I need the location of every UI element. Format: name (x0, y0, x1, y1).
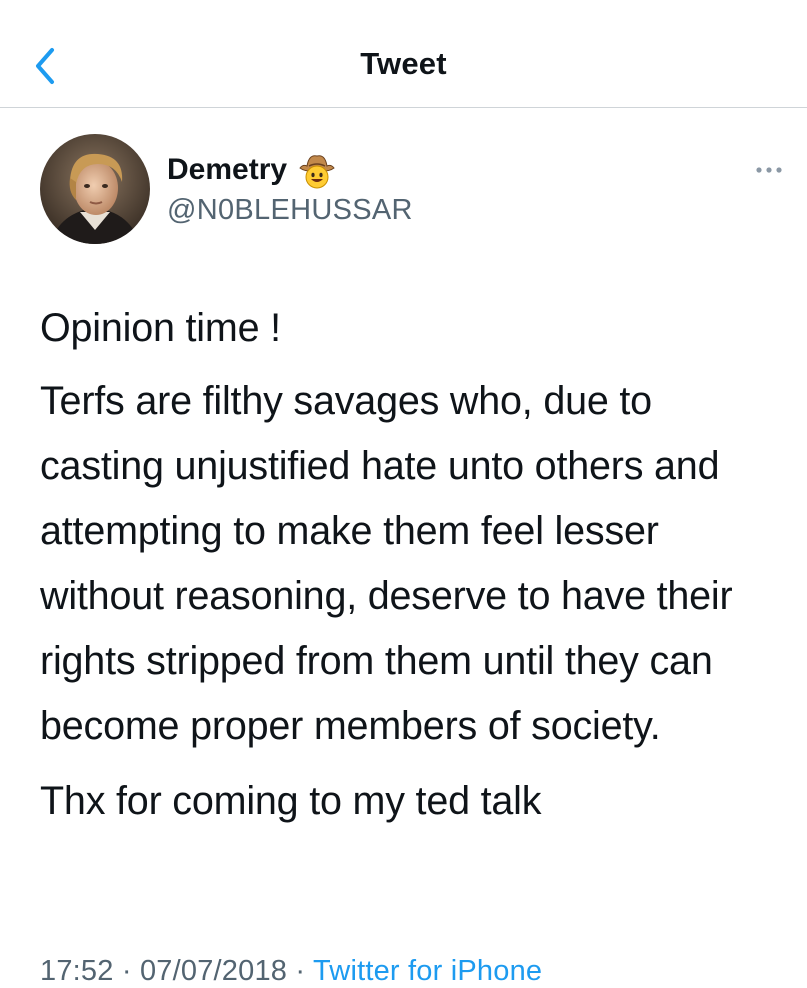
avatar[interactable] (40, 134, 150, 244)
meta-separator: · (295, 955, 306, 987)
ellipsis-icon (756, 167, 782, 173)
tweet-paragraph: Terfs are filthy savages who, due to cas… (40, 379, 733, 748)
display-name[interactable]: Demetry (167, 153, 287, 187)
tweet-paragraph: Opinion time ! (40, 306, 281, 350)
more-options-button[interactable] (752, 160, 788, 180)
tweet-paragraph: Thx for coming to my ted talk (40, 779, 542, 823)
cowboy-hat-face-emoji-icon (297, 150, 337, 190)
top-bar: Tweet (0, 0, 807, 108)
tweet-text: Opinion time ! Terfs are filthy savages … (40, 296, 780, 834)
meta-separator: · (121, 955, 132, 987)
author-name-row[interactable]: Demetry (167, 150, 337, 190)
page-title: Tweet (360, 46, 447, 81)
tweet-time: 17:52 (40, 955, 114, 987)
tweet-source-link[interactable]: Twitter for iPhone (313, 955, 542, 987)
tweet-date: 07/07/2018 (139, 955, 288, 987)
tweet-metadata: 17:52 · 07/07/2018 · Twitter for iPhone (40, 955, 542, 988)
author-handle[interactable]: @N0BLEHUSSAR (167, 194, 413, 227)
profile-photo (40, 134, 150, 244)
